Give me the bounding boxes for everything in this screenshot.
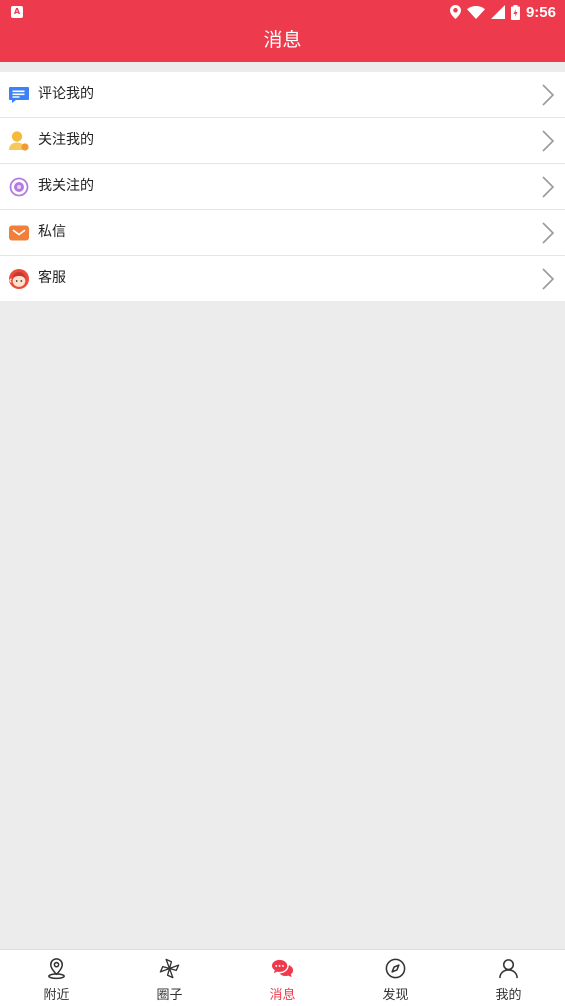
- tab-label: 消息: [269, 988, 296, 1003]
- chat-bubbles-icon: [271, 959, 294, 978]
- pinwheel-icon: [159, 958, 180, 979]
- tab-label: 发现: [382, 988, 409, 1003]
- follower-icon: [9, 131, 29, 151]
- tab-label: 我的: [495, 988, 522, 1003]
- location-pin-icon: [48, 958, 65, 980]
- person-icon: [499, 959, 518, 979]
- menu-item-label: 我关注的: [38, 178, 94, 194]
- tab-label: 圈子: [156, 988, 183, 1003]
- tab-nearby[interactable]: 附近: [0, 950, 113, 1006]
- status-bar: A 9:56: [0, 0, 565, 24]
- menu-item-label: 客服: [38, 270, 66, 286]
- chevron-right-icon: [542, 130, 555, 152]
- tab-me[interactable]: 我的: [452, 950, 565, 1006]
- menu-item-customer-service[interactable]: 客服: [0, 256, 565, 301]
- mail-icon: [9, 225, 29, 241]
- battery-icon: [510, 4, 520, 20]
- clock: 9:56: [525, 3, 556, 21]
- tab-discover[interactable]: 发现: [339, 950, 452, 1006]
- following-icon: [9, 177, 29, 197]
- tab-label: 附近: [43, 988, 70, 1003]
- tab-messages[interactable]: 消息: [226, 950, 339, 1006]
- chevron-right-icon: [542, 222, 555, 244]
- wifi-icon: [466, 5, 485, 19]
- app-notification-icon: A: [11, 6, 23, 18]
- menu-item-comments[interactable]: 评论我的: [0, 72, 565, 118]
- menu-item-private-message[interactable]: 私信: [0, 210, 565, 256]
- menu-item-followers[interactable]: 关注我的: [0, 118, 565, 164]
- comment-icon: [9, 87, 29, 103]
- app-header: A 9:56 消息: [0, 0, 565, 62]
- menu-item-label: 评论我的: [38, 86, 94, 102]
- chevron-right-icon: [542, 268, 555, 290]
- bottom-tab-bar: 附近 圈子 消息 发现 我的: [0, 949, 565, 1006]
- menu-item-label: 关注我的: [38, 132, 94, 148]
- location-icon: [449, 5, 461, 19]
- customer-service-icon: [9, 269, 29, 289]
- menu-item-following[interactable]: 我关注的: [0, 164, 565, 210]
- signal-icon: [490, 5, 505, 19]
- status-icons: 9:56: [449, 2, 556, 22]
- page-title: 消息: [263, 29, 302, 51]
- chevron-right-icon: [542, 84, 555, 106]
- message-menu: 评论我的 关注我的 我关注的 私信 客服: [0, 72, 565, 301]
- menu-item-label: 私信: [38, 224, 66, 240]
- compass-icon: [385, 958, 406, 979]
- chevron-right-icon: [542, 176, 555, 198]
- tab-circle[interactable]: 圈子: [113, 950, 226, 1006]
